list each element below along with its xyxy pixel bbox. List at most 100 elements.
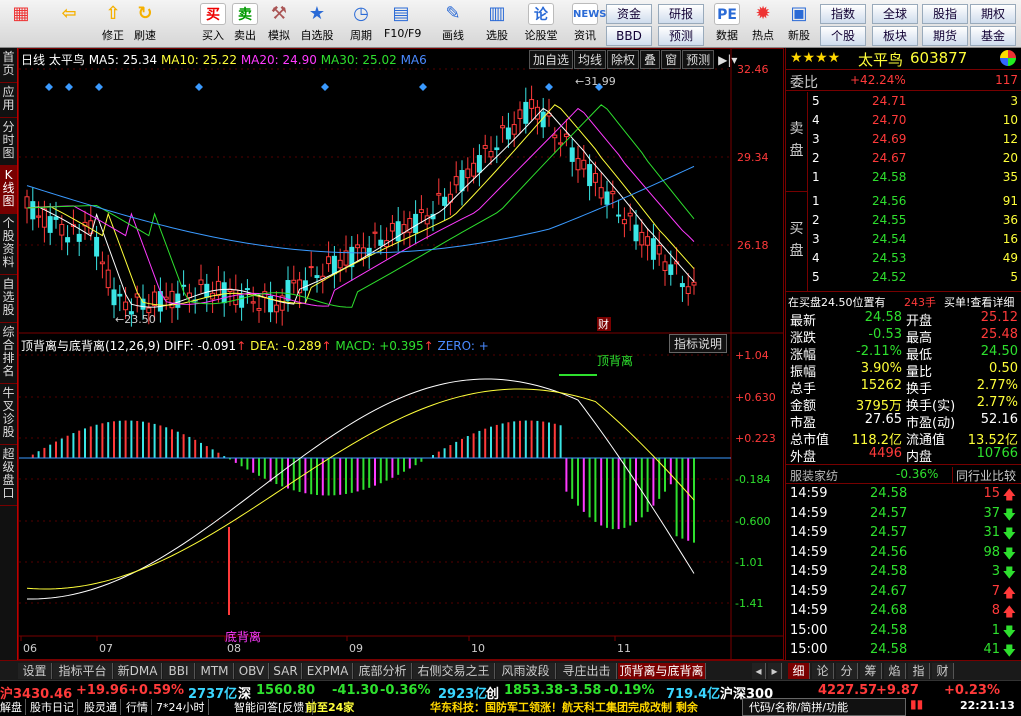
indicator-tab-MTM[interactable]: MTM — [196, 663, 234, 679]
candle-body — [453, 176, 459, 186]
tool-窗[interactable]: 窗 — [661, 50, 682, 69]
indicator-tab-SAR[interactable]: SAR — [270, 663, 302, 679]
indicator-tab-底部分析[interactable]: 底部分析 — [354, 663, 412, 679]
sell-level-row[interactable]: 4 24.70 10 — [786, 113, 1021, 133]
indicator-tab-风雨波段[interactable]: 风雨波段 — [496, 663, 556, 679]
tool-叠[interactable]: 叠 — [640, 50, 661, 69]
sell-button[interactable]: 卖卖出 — [228, 2, 262, 46]
indicator-tab-新DMA[interactable]: 新DMA — [114, 663, 162, 679]
refresh-button[interactable]: ↻ 刷速 — [128, 2, 162, 46]
toolbar-label: 新股 — [788, 29, 810, 42]
back-arrow-button[interactable]: ⇦ — [52, 2, 86, 46]
fire-button[interactable]: ✹ 热点 — [746, 2, 780, 46]
indicator-tab-EXPMA[interactable]: EXPMA — [303, 663, 353, 679]
newstock-button[interactable]: ▣ 新股 — [782, 2, 816, 46]
indicator-tab-OBV[interactable]: OBV — [235, 663, 269, 679]
side-tab-分时图[interactable]: 分时图 — [0, 118, 17, 166]
industry-compare-button[interactable]: 同行业比较 — [952, 467, 1016, 484]
industry-row[interactable]: 服装家纺 -0.36% 同行业比较 — [786, 464, 1021, 484]
scroll-left-button[interactable]: ◂ — [752, 663, 766, 679]
clock-button[interactable]: ◷ 周期 — [344, 2, 378, 46]
sell-level-row[interactable]: 3 24.69 12 — [786, 132, 1021, 152]
detail-tab-焰[interactable]: 焰 — [884, 663, 906, 679]
toolbar-label: 论股堂 — [524, 29, 558, 42]
quick-基金-button[interactable]: 基金 — [970, 26, 1016, 46]
sell-level-row[interactable]: 1 24.58 35 — [786, 170, 1021, 190]
tool-除权[interactable]: 除权 — [607, 50, 640, 69]
side-tab-超级盘口[interactable]: 超级盘口 — [0, 445, 17, 506]
side-tab-牛叉诊股[interactable]: 牛叉诊股 — [0, 384, 17, 445]
quick-指数-button[interactable]: 指数 — [820, 4, 866, 24]
ma5-label: MA5: 25.34 — [88, 53, 158, 67]
candle-body — [442, 196, 448, 206]
detail-tab-论[interactable]: 论 — [812, 663, 834, 679]
buy-button[interactable]: 买买入 — [196, 2, 230, 46]
candle-body — [47, 216, 53, 233]
detail-tab-财[interactable]: 财 — [932, 663, 954, 679]
candle-body — [94, 236, 100, 257]
sell-level-row[interactable]: 2 24.67 20 — [786, 151, 1021, 171]
quick-BBD-button[interactable]: BBD — [606, 26, 652, 46]
side-tab-自选股[interactable]: 自选股 — [0, 275, 17, 323]
indicator-tab-设置[interactable]: 设置 — [18, 663, 52, 679]
pe-button[interactable]: PE 数据 — [710, 2, 744, 46]
quick-期权-button[interactable]: 期权 — [970, 4, 1016, 24]
quick-研报-button[interactable]: 研报 — [658, 4, 704, 24]
sell-level-row[interactable]: 5 24.71 3 — [786, 94, 1021, 114]
quick-板块-button[interactable]: 板块 — [872, 26, 918, 46]
star-button[interactable]: ★ 自选股 — [300, 2, 334, 46]
chart-pick-button[interactable]: ▥ 选股 — [480, 2, 514, 46]
buy-level-row[interactable]: 3 24.54 16 — [786, 232, 1021, 252]
sidebar-toggle-icon[interactable]: ▶|▾ — [715, 53, 740, 67]
side-tab-综合排名[interactable]: 综合排名 — [0, 323, 17, 384]
buy-level-row[interactable]: 4 24.53 49 — [786, 251, 1021, 271]
quick-全球-button[interactable]: 全球 — [872, 4, 918, 24]
quick-预测-button[interactable]: 预测 — [658, 26, 704, 46]
code-search-input[interactable]: 代码/名称/简拼/功能 — [742, 698, 906, 716]
quick-股指-button[interactable]: 股指 — [922, 4, 968, 24]
tool-均线[interactable]: 均线 — [574, 50, 607, 69]
news-button[interactable]: NEWS 资讯 — [566, 2, 606, 46]
candle-body — [117, 293, 123, 297]
logo-button[interactable]: ▦ — [4, 2, 38, 46]
side-tab-首页[interactable]: 首页 — [0, 48, 17, 83]
indicator-tab-BBI[interactable]: BBI — [163, 663, 195, 679]
dea-line — [26, 388, 695, 590]
big-order-notice[interactable]: 在买盘24.50位置有 243手 买单!查看详细 — [786, 291, 1021, 309]
quick-资金-button[interactable]: 资金 — [606, 4, 652, 24]
tool-预测[interactable]: 预测 — [682, 50, 715, 69]
quick-期货-button[interactable]: 期货 — [922, 26, 968, 46]
kline-chart-area[interactable]: 32.46 29.34 26.18 +1.04 +0.630 +0.223 -0.184 -0… — [18, 48, 784, 660]
globe-icon[interactable] — [1000, 50, 1016, 66]
scroll-right-button[interactable]: ▸ — [768, 663, 782, 679]
indicator-tab-指标平台[interactable]: 指标平台 — [53, 663, 113, 679]
sz-pct: -0.36% — [380, 683, 431, 698]
side-tab-应用[interactable]: 应用 — [0, 83, 17, 118]
indicator-tab-顶背离与底背离[interactable]: 顶背离与底背离 — [618, 663, 706, 679]
pen-button[interactable]: ✎ 画线 — [436, 2, 470, 46]
indicator-tab-右侧交易之王[interactable]: 右侧交易之王 — [413, 663, 495, 679]
indicator-help-button[interactable]: 指标说明 — [669, 334, 728, 353]
kline-svg[interactable]: 32.46 29.34 26.18 +1.04 +0.630 +0.223 -0.184 -0… — [19, 49, 783, 659]
side-tab-个股资料[interactable]: 个股资料 — [0, 214, 17, 275]
up-arrow-button[interactable]: ⇧ 修正 — [96, 2, 130, 46]
buy-level-row[interactable]: 1 24.56 91 — [786, 194, 1021, 214]
quick-个股-button[interactable]: 个股 — [820, 26, 866, 46]
side-tab-K线图[interactable]: K线图 — [0, 166, 17, 214]
toolbar-label: 画线 — [442, 29, 464, 42]
detail-tab-细[interactable]: 细 — [788, 663, 810, 679]
f10-button[interactable]: ▤ F10/F9 — [384, 2, 421, 46]
macd-tick-label: -0.184 — [735, 473, 770, 486]
tick-row: 14:59 24.57 37 🡇 — [786, 506, 1021, 526]
discuss-button[interactable]: 论论股堂 — [524, 2, 558, 46]
stock-name: 太平鸟 — [858, 51, 904, 69]
detail-tab-筹[interactable]: 筹 — [860, 663, 882, 679]
indicator-tab-寻庄出击[interactable]: 寻庄出击 — [557, 663, 617, 679]
buy-level-row[interactable]: 5 24.52 5 — [786, 270, 1021, 290]
buy-level-row[interactable]: 2 24.55 36 — [786, 213, 1021, 233]
gavel-button[interactable]: ⚒ 模拟 — [262, 2, 296, 46]
tool-加自选[interactable]: 加自选 — [529, 50, 574, 69]
detail-tab-指[interactable]: 指 — [908, 663, 930, 679]
quote-stat-row: 最新 24.58 开盘 25.12 — [790, 310, 1018, 329]
detail-tab-分[interactable]: 分 — [836, 663, 858, 679]
